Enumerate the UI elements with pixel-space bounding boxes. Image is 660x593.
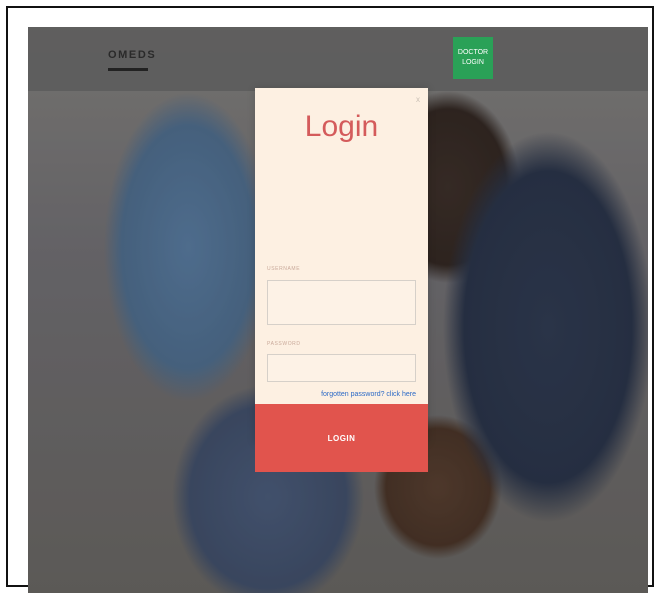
password-label: PASSWORD <box>267 341 301 347</box>
screenshot-frame: OMEDS DOCTOR LOGIN x Login USERNAME PASS… <box>6 6 654 593</box>
brand-underline <box>108 68 148 71</box>
top-navbar: OMEDS DOCTOR LOGIN <box>28 27 648 91</box>
forgot-password-link[interactable]: forgotten password? click here <box>321 391 416 398</box>
username-input[interactable] <box>267 280 416 325</box>
doctor-login-line1: DOCTOR <box>457 49 489 56</box>
brand-logo[interactable]: OMEDS <box>108 49 156 61</box>
username-label: USERNAME <box>267 266 301 272</box>
login-button[interactable]: LOGIN <box>255 404 428 472</box>
password-input[interactable] <box>267 354 416 382</box>
close-icon[interactable]: x <box>414 96 422 104</box>
login-modal: x Login USERNAME PASSWORD forgotten pass… <box>255 88 428 472</box>
doctor-login-button[interactable]: DOCTOR LOGIN <box>453 37 493 79</box>
doctor-login-line2: LOGIN <box>462 59 484 66</box>
modal-title: Login <box>304 110 379 143</box>
